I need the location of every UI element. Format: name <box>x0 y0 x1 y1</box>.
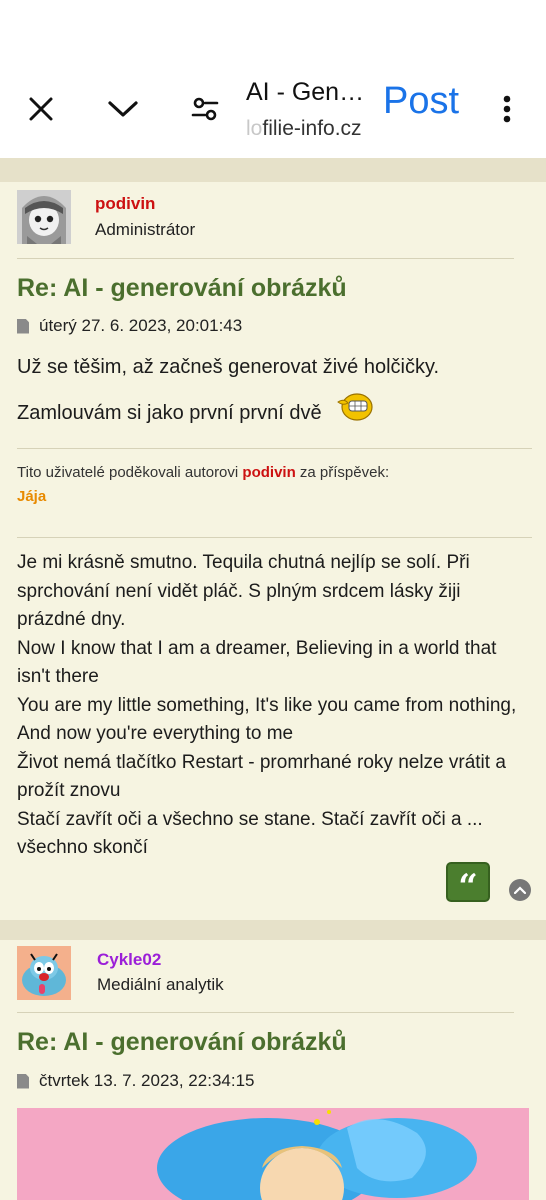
post-separator <box>0 920 546 940</box>
chevron-up-icon <box>514 886 526 894</box>
document-icon[interactable] <box>17 318 29 334</box>
post-date-text: úterý 27. 6. 2023, 20:01:43 <box>39 316 243 335</box>
quote-button[interactable]: “ <box>446 862 490 907</box>
close-icon <box>29 97 53 121</box>
signature-line: Now I know that I am a dreamer, Believin… <box>17 637 497 688</box>
quote-icon: “ <box>458 867 478 907</box>
divider <box>17 258 514 259</box>
post-separator <box>0 158 546 182</box>
signature-line: Stačí zavřít oči a všechno se stane. Sta… <box>17 808 483 859</box>
post-image[interactable] <box>17 1108 529 1200</box>
post-title[interactable]: Re: AI - generování obrázků <box>17 274 347 303</box>
more-vert-icon <box>503 95 511 123</box>
post-button[interactable]: Post <box>383 80 459 123</box>
post-author[interactable]: Cykle02 <box>97 950 161 970</box>
thanked-user[interactable]: Jája <box>17 488 46 505</box>
divider <box>17 448 532 449</box>
browser-toolbar: AI - Gen… lofilie-info.cz Post <box>0 0 546 158</box>
close-button[interactable] <box>20 88 62 130</box>
page-url: lofilie-info.cz <box>246 117 362 141</box>
post-date: úterý 27. 6. 2023, 20:01:43 <box>17 316 242 336</box>
signature-line: Je mi krásně smutno. Tequila chutná nejl… <box>17 552 470 630</box>
back-to-top-button[interactable] <box>509 879 531 901</box>
signature-line: Život nemá tlačítko Restart - promrhané … <box>17 751 506 802</box>
site-settings-button[interactable] <box>184 88 226 130</box>
chevron-down-icon <box>108 101 138 117</box>
smiley-emoticon-icon <box>336 393 373 421</box>
post-text-line: Zamlouvám si jako první první dvě <box>17 393 376 427</box>
page-title: AI - Gen… <box>246 78 365 106</box>
post-date-text: čtvrtek 13. 7. 2023, 22:34:15 <box>39 1071 255 1090</box>
post-date: čtvrtek 13. 7. 2023, 22:34:15 <box>17 1071 254 1091</box>
signature-line: You are my little something, It's like y… <box>17 694 517 745</box>
url-domain: filie-info.cz <box>262 117 362 140</box>
collapse-button[interactable] <box>102 88 144 130</box>
post-title[interactable]: Re: AI - generování obrázků <box>17 1028 347 1057</box>
thanks-author[interactable]: podivin <box>242 464 295 481</box>
more-menu-button[interactable] <box>488 88 526 130</box>
post-text-line-2: Zamlouvám si jako první první dvě <box>17 402 322 424</box>
author-rank: Mediální analytik <box>97 975 224 994</box>
thanks-line: Tito uživatelé poděkovali autorovi podiv… <box>17 464 390 481</box>
signature: Je mi krásně smutno. Tequila chutná nejl… <box>17 549 532 863</box>
author-rank: Administrátor <box>95 220 196 239</box>
divider <box>17 1012 514 1013</box>
tune-icon <box>191 97 219 121</box>
post-author[interactable]: podivin <box>95 194 155 214</box>
document-icon[interactable] <box>17 1073 29 1089</box>
divider <box>17 537 532 538</box>
avatar[interactable] <box>17 190 71 244</box>
url-faded-part: lo <box>246 117 263 140</box>
post-text-line: Už se těšim, až začneš generovat živé ho… <box>17 356 440 378</box>
forum-post: podivin Administrátor Re: AI - generován… <box>0 182 546 920</box>
avatar[interactable] <box>17 946 71 1000</box>
